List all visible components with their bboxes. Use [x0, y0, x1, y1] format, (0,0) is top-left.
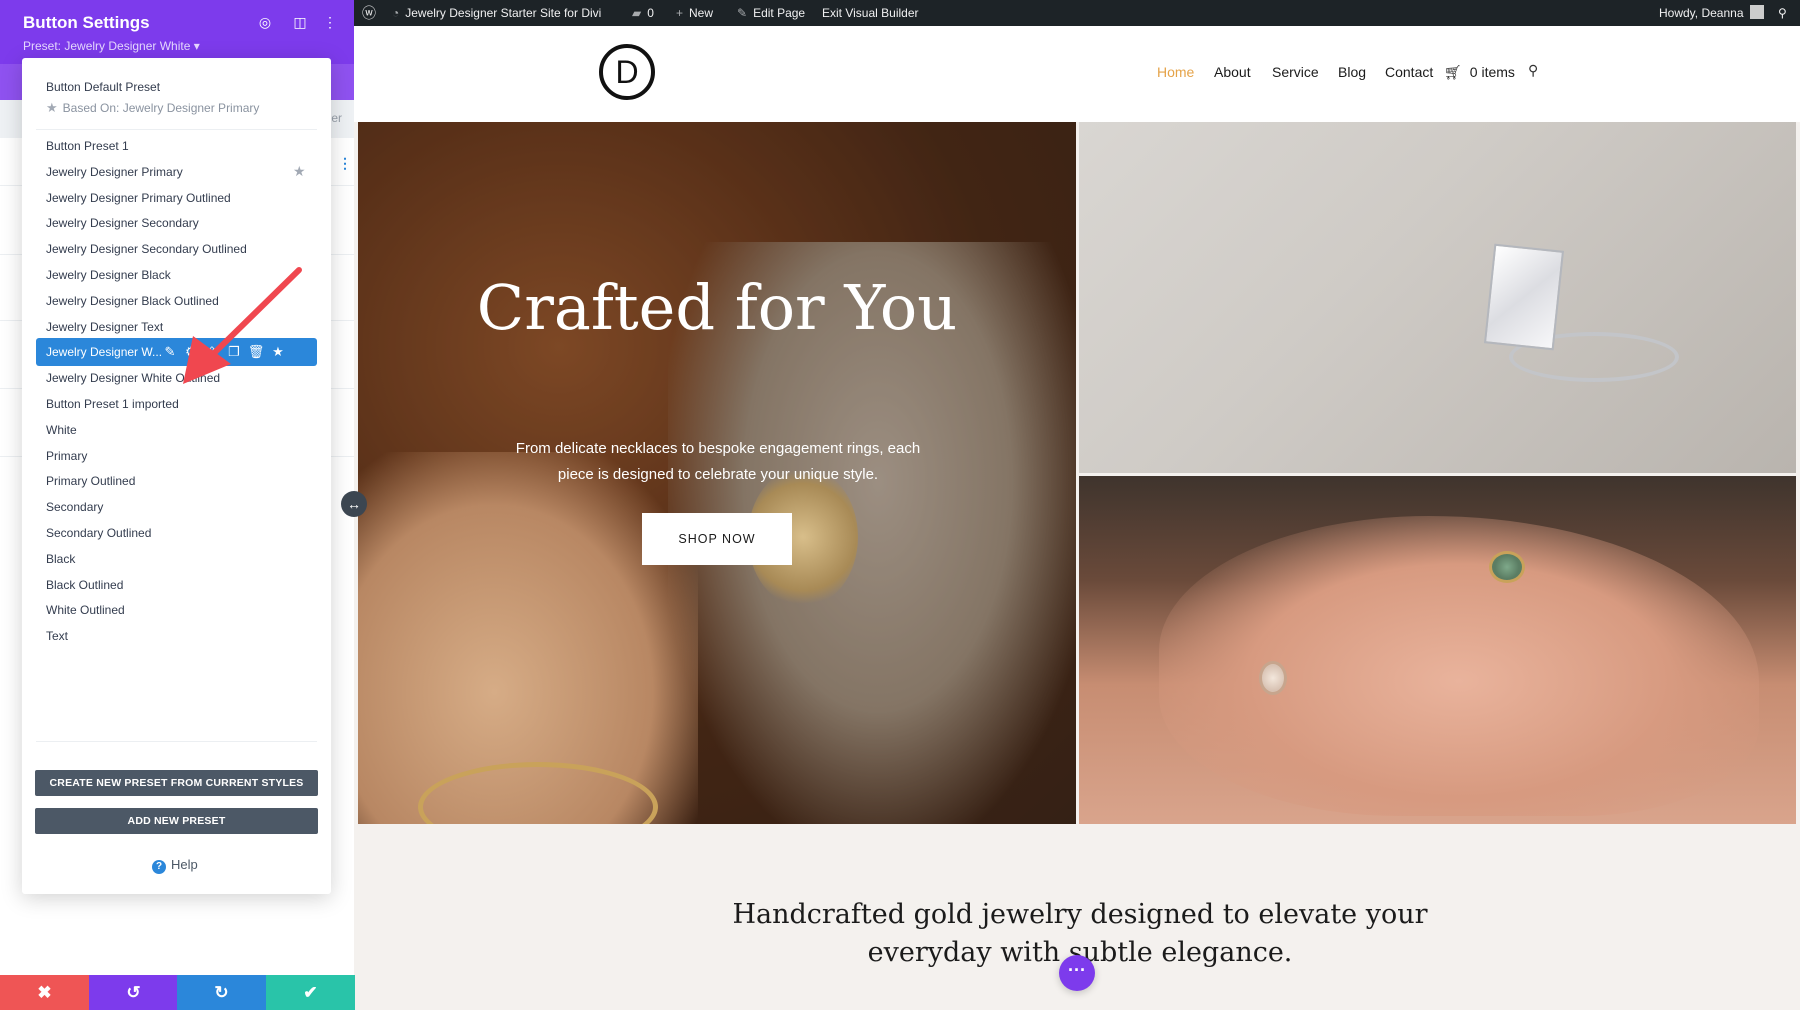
more-options-icon[interactable]: ⋮ [338, 155, 352, 172]
nav-blog[interactable]: Blog [1338, 64, 1366, 80]
plus-icon: + [676, 6, 684, 20]
greeting-label: Howdy, Deanna [1659, 6, 1744, 20]
add-new-preset-button[interactable]: ADD NEW PRESET [35, 808, 318, 834]
preset-item[interactable]: Button Preset 1 imported [46, 393, 306, 415]
default-preset-name[interactable]: Button Default Preset [46, 80, 160, 94]
hand-gem-ring-shape [1489, 551, 1525, 583]
wordpress-icon[interactable]: ⓦ [362, 0, 376, 26]
save-button[interactable]: ✔ [266, 975, 355, 1010]
help-icon: ? [152, 860, 166, 874]
preset-item[interactable]: Jewelry Designer White Outlined [46, 367, 306, 389]
redo-icon: ↻ [214, 983, 229, 1002]
nav-service[interactable]: Service [1272, 64, 1319, 80]
cart-label: 0 items [1469, 64, 1515, 80]
preset-item[interactable]: Jewelry Designer Secondary [46, 212, 306, 234]
preset-item[interactable]: Black Outlined [46, 574, 306, 596]
ring-stone-shape [1483, 243, 1565, 351]
dropdown-divider [36, 129, 317, 130]
default-star-icon[interactable]: ★ [293, 163, 306, 180]
hand-diamond-ring-shape [1259, 661, 1287, 695]
edit-page-label: Edit Page [753, 6, 806, 20]
hero-text: From delicate necklaces to bespoke engag… [515, 440, 921, 483]
builder-menu-button[interactable]: ··· [1059, 955, 1095, 991]
panel-title: Button Settings [23, 13, 150, 32]
preset-item[interactable]: Jewelry Designer Primary [46, 161, 306, 183]
undo-button[interactable]: ↺ [89, 975, 178, 1010]
new-label: New [689, 6, 714, 20]
admin-edit-page[interactable]: ✎ Edit Page [737, 0, 805, 26]
preset-item[interactable]: Button Preset 1 [46, 135, 306, 157]
hand-shape [1159, 516, 1759, 816]
preset-item[interactable]: Jewelry Designer Secondary Outlined [46, 238, 306, 260]
wp-admin-bar: ⓦ ◔ Jewelry Designer Starter Site for Div… [354, 0, 1800, 26]
nav-cart[interactable]: 🛒︎ 0 items [1444, 64, 1515, 81]
based-on-label: Based On: Jewelry Designer Primary [62, 101, 260, 115]
search-icon[interactable]: ⚲ [1528, 62, 1538, 79]
settings-panel: Button Settings Preset: Jewelry Designer… [0, 0, 355, 1010]
preset-item[interactable]: White Outlined [46, 599, 306, 621]
site-header: D Home About Service Blog Contact 🛒︎ 0 it… [354, 26, 1800, 122]
admin-comments[interactable]: ▰ 0 [632, 0, 654, 26]
preset-item[interactable]: Secondary [46, 496, 306, 518]
export-icon[interactable]: ⇪ [202, 338, 222, 366]
shop-now-button[interactable]: SHOP NOW [642, 513, 792, 565]
dashboard-icon: ◔ [392, 6, 400, 20]
resize-handle-icon[interactable]: ↔ [341, 491, 367, 517]
comment-icon: ▰ [632, 6, 642, 20]
nav-contact[interactable]: Contact [1385, 64, 1433, 80]
site-logo[interactable]: D [599, 44, 655, 100]
preset-item[interactable]: Primary Outlined [46, 470, 306, 492]
nav-about[interactable]: About [1214, 64, 1251, 80]
filter-text: er [331, 111, 342, 125]
preset-item[interactable]: Primary [46, 445, 306, 467]
preset-item[interactable]: Secondary Outlined [46, 522, 306, 544]
duplicate-icon[interactable]: ❐ [224, 338, 244, 366]
star-icon[interactable]: ★ [268, 338, 288, 366]
cart-icon: 🛒︎ [1444, 64, 1462, 80]
avatar [1749, 5, 1764, 19]
dropdown-divider [36, 741, 317, 742]
pencil-icon[interactable]: ✎ [160, 338, 180, 366]
create-preset-button[interactable]: CREATE NEW PRESET FROM CURRENT STYLES [35, 770, 318, 796]
comments-count: 0 [647, 6, 654, 20]
preset-item-active[interactable]: Jewelry Designer W... ✎ ⚙ ⇪ ❐ 🗑︎ ★ [36, 338, 317, 366]
site-name-label: Jewelry Designer Starter Site for Divi [405, 6, 602, 20]
undo-icon: ↺ [126, 983, 141, 1002]
ring-image [1079, 122, 1796, 473]
target-icon[interactable]: ◎ [256, 13, 274, 31]
preset-item[interactable]: Jewelry Designer Primary Outlined [46, 187, 306, 209]
redo-button[interactable]: ↻ [177, 975, 266, 1010]
hand-image [1079, 476, 1796, 824]
cancel-button[interactable]: ✖ [0, 975, 89, 1010]
preset-item[interactable]: Text [46, 625, 306, 647]
admin-site-name[interactable]: ◔ Jewelry Designer Starter Site for Divi [392, 0, 601, 26]
pencil-icon: ✎ [737, 6, 748, 20]
nav-home[interactable]: Home [1157, 64, 1194, 80]
admin-greeting[interactable]: Howdy, Deanna [1659, 0, 1764, 26]
preset-item[interactable]: Black [46, 548, 306, 570]
preset-item[interactable]: Jewelry Designer Black Outlined [46, 290, 306, 312]
preset-item-label: Jewelry Designer W... [46, 345, 163, 359]
check-icon: ✔ [303, 983, 318, 1002]
help-link[interactable]: ? Help [152, 857, 198, 874]
close-icon: ✖ [37, 983, 52, 1002]
kebab-icon[interactable]: ⋮ [321, 13, 339, 31]
star-icon: ★ [46, 100, 58, 115]
admin-exit-builder[interactable]: Exit Visual Builder [822, 0, 919, 26]
hero-title: Crafted for You [476, 271, 958, 344]
preset-item[interactable]: White [46, 419, 306, 441]
panel-header: Button Settings Preset: Jewelry Designer… [0, 0, 354, 64]
preset-item[interactable]: Jewelry Designer Black [46, 264, 306, 286]
preset-selector[interactable]: Preset: Jewelry Designer White ▾ [23, 39, 200, 53]
gear-icon[interactable]: ⚙ [181, 338, 201, 366]
admin-search-icon[interactable]: ⚲ [1778, 0, 1787, 26]
preset-item[interactable]: Jewelry Designer Text [46, 316, 306, 338]
preset-dropdown: Button Default Preset ★ Based On: Jewelry… [22, 58, 331, 894]
admin-new[interactable]: + New [676, 0, 713, 26]
columns-icon[interactable]: ◫ [291, 13, 309, 31]
help-label: Help [171, 857, 198, 872]
trash-icon[interactable]: 🗑︎ [246, 338, 266, 366]
default-preset-based-on: ★ Based On: Jewelry Designer Primary [46, 100, 259, 116]
